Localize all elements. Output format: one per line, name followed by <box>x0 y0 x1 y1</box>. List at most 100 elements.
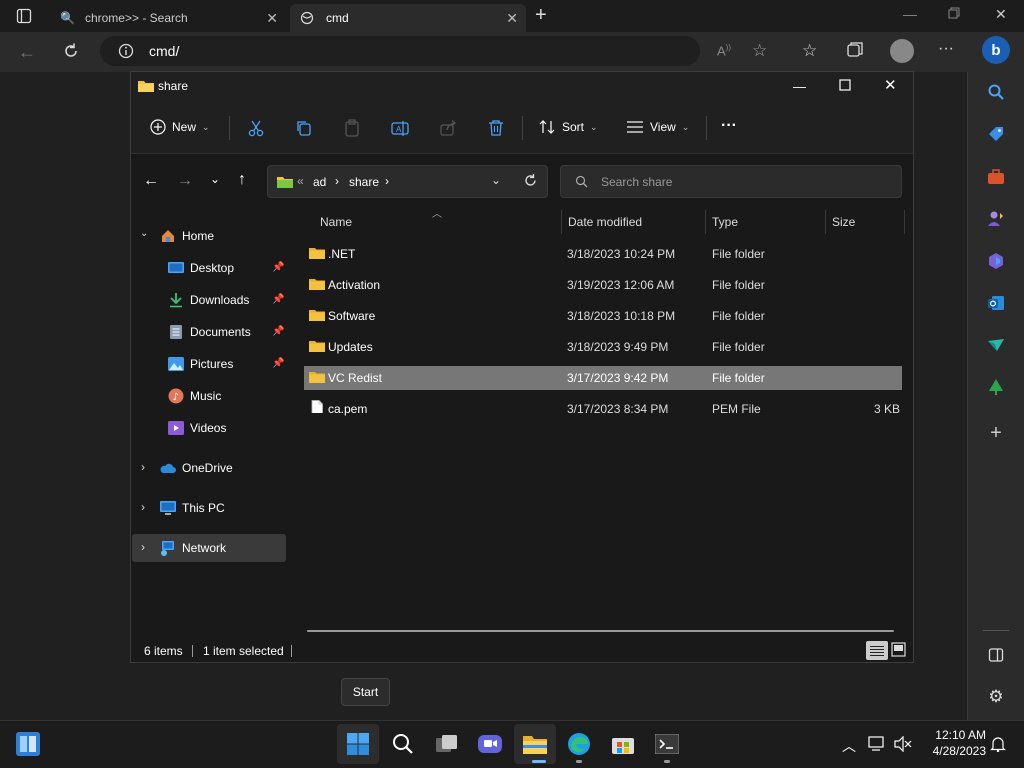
nav-documents[interactable]: Documents <box>168 322 251 342</box>
copy-icon[interactable] <box>294 118 314 138</box>
path-overflow[interactable]: « <box>297 174 304 188</box>
recent-locations-icon[interactable]: ⌄ <box>210 172 220 186</box>
pane-splitter[interactable] <box>288 208 289 638</box>
delete-icon[interactable] <box>486 118 506 138</box>
network-status-icon[interactable] <box>868 736 886 752</box>
nav-home[interactable]: Home <box>160 226 214 246</box>
settings-more-icon[interactable]: ··· <box>938 40 954 58</box>
terminal-icon[interactable] <box>654 731 680 757</box>
path-history-chevron-icon[interactable]: ⌄ <box>491 173 501 187</box>
address-bar[interactable] <box>100 36 700 66</box>
outlook-icon[interactable] <box>985 292 1007 314</box>
add-favorite-icon[interactable]: ☆ <box>752 41 767 61</box>
sidebar-settings-icon[interactable]: ⚙ <box>985 686 1007 708</box>
close-tab-icon[interactable]: ✕ <box>506 10 518 27</box>
chevron-right-icon[interactable]: › <box>385 174 389 188</box>
nav-onedrive[interactable]: OneDrive <box>160 458 233 478</box>
nav-downloads[interactable]: Downloads <box>168 290 249 310</box>
widgets-icon[interactable] <box>16 732 40 756</box>
file-explorer-icon[interactable] <box>522 731 548 757</box>
paste-icon[interactable] <box>342 118 362 138</box>
file-row-selected[interactable]: VC Redist 3/17/2023 9:42 PM File folder <box>304 366 902 390</box>
tiles-view-icon[interactable] <box>891 642 906 657</box>
file-row[interactable]: Software 3/18/2023 10:18 PM File folder <box>304 304 902 328</box>
microsoft365-icon[interactable] <box>985 250 1007 272</box>
nav-videos[interactable]: Videos <box>168 418 226 438</box>
system-clock[interactable]: 12:10 AM 4/28/2023 <box>920 727 986 759</box>
tab-actions-icon[interactable] <box>16 8 32 24</box>
details-view-icon[interactable] <box>866 641 888 660</box>
close-browser-icon[interactable]: ✕ <box>995 6 1007 23</box>
nav-music[interactable]: ♪ Music <box>168 386 221 406</box>
address-path-box[interactable] <box>267 165 548 198</box>
search-icon[interactable] <box>390 731 416 757</box>
games-icon[interactable] <box>985 208 1007 230</box>
volume-muted-icon[interactable] <box>894 736 912 752</box>
split-screen-icon[interactable] <box>985 644 1007 666</box>
search-icon[interactable] <box>985 81 1007 103</box>
expand-chevron-icon[interactable]: › <box>141 540 145 554</box>
restore-browser-icon[interactable] <box>948 7 960 19</box>
new-button[interactable]: New ⌄ <box>150 119 210 135</box>
breadcrumb-ad[interactable]: ad <box>313 175 326 189</box>
nav-desktop[interactable]: Desktop <box>168 258 234 278</box>
info-icon[interactable] <box>118 43 134 59</box>
column-header-size[interactable]: Size <box>832 215 855 229</box>
teams-chat-icon[interactable] <box>477 731 503 757</box>
favorites-icon[interactable]: ☆ <box>802 41 817 61</box>
nav-this-pc[interactable]: This PC <box>160 498 225 518</box>
close-window-icon[interactable]: ✕ <box>884 76 897 94</box>
pin-icon[interactable]: 📌 <box>272 358 284 369</box>
column-header-type[interactable]: Type <box>712 215 738 229</box>
sort-button[interactable]: Sort ⌄ <box>538 119 598 135</box>
view-button[interactable]: View ⌄ <box>626 119 689 135</box>
send-icon[interactable] <box>985 334 1007 356</box>
expand-chevron-icon[interactable]: ⌄ <box>140 228 148 239</box>
nav-pictures[interactable]: Pictures <box>168 354 233 374</box>
edge-icon[interactable] <box>566 731 592 757</box>
breadcrumb-share[interactable]: share <box>349 175 379 189</box>
add-icon[interactable]: + <box>985 422 1007 444</box>
collections-icon[interactable] <box>846 41 864 59</box>
minimize-browser-icon[interactable]: — <box>903 6 917 22</box>
refresh-icon[interactable] <box>62 42 80 60</box>
minimize-window-icon[interactable]: — <box>793 79 806 94</box>
tab-cmd[interactable]: cmd ✕ <box>290 4 526 32</box>
start-windows-icon[interactable] <box>345 731 371 757</box>
horizontal-scrollbar[interactable] <box>307 630 894 632</box>
file-row[interactable]: .NET 3/18/2023 10:24 PM File folder <box>304 242 902 266</box>
file-row[interactable]: Activation 3/19/2023 12:06 AM File folde… <box>304 273 902 297</box>
chevron-up-icon[interactable]: ︿ <box>842 736 856 756</box>
tools-icon[interactable] <box>985 166 1007 188</box>
bing-chat-icon[interactable]: b <box>982 36 1010 64</box>
chevron-right-icon[interactable]: › <box>335 174 339 188</box>
close-tab-icon[interactable]: ✕ <box>266 10 278 27</box>
column-header-name[interactable]: Name <box>320 215 352 229</box>
column-divider[interactable] <box>825 210 826 234</box>
store-icon[interactable] <box>610 731 636 757</box>
expand-chevron-icon[interactable]: › <box>141 500 145 514</box>
column-divider[interactable] <box>705 210 706 234</box>
pin-icon[interactable]: 📌 <box>272 262 284 273</box>
rename-icon[interactable]: A <box>390 118 410 138</box>
profile-avatar[interactable] <box>890 39 914 63</box>
see-more-button[interactable]: ··· <box>721 117 737 135</box>
forward-icon[interactable]: → <box>177 172 193 190</box>
pin-icon[interactable]: 📌 <box>272 326 284 337</box>
read-aloud-icon[interactable]: A)) <box>717 43 731 58</box>
maximize-window-icon[interactable] <box>839 79 851 91</box>
nav-network[interactable]: Network <box>160 538 226 558</box>
tab-search[interactable]: 🔍 chrome>> - Search ✕ <box>50 4 286 32</box>
new-tab-button[interactable]: + <box>535 4 547 27</box>
back-icon[interactable]: ← <box>18 42 36 63</box>
tree-icon[interactable] <box>985 376 1007 398</box>
file-row[interactable]: Updates 3/18/2023 9:49 PM File folder <box>304 335 902 359</box>
pin-icon[interactable]: 📌 <box>272 294 284 305</box>
expand-chevron-icon[interactable]: › <box>141 460 145 474</box>
back-icon[interactable]: ← <box>143 172 159 190</box>
cut-icon[interactable] <box>246 118 266 138</box>
up-icon[interactable]: ↑ <box>238 171 246 189</box>
shopping-tag-icon[interactable] <box>985 123 1007 145</box>
column-divider[interactable] <box>561 210 562 234</box>
column-header-date[interactable]: Date modified <box>568 215 642 229</box>
